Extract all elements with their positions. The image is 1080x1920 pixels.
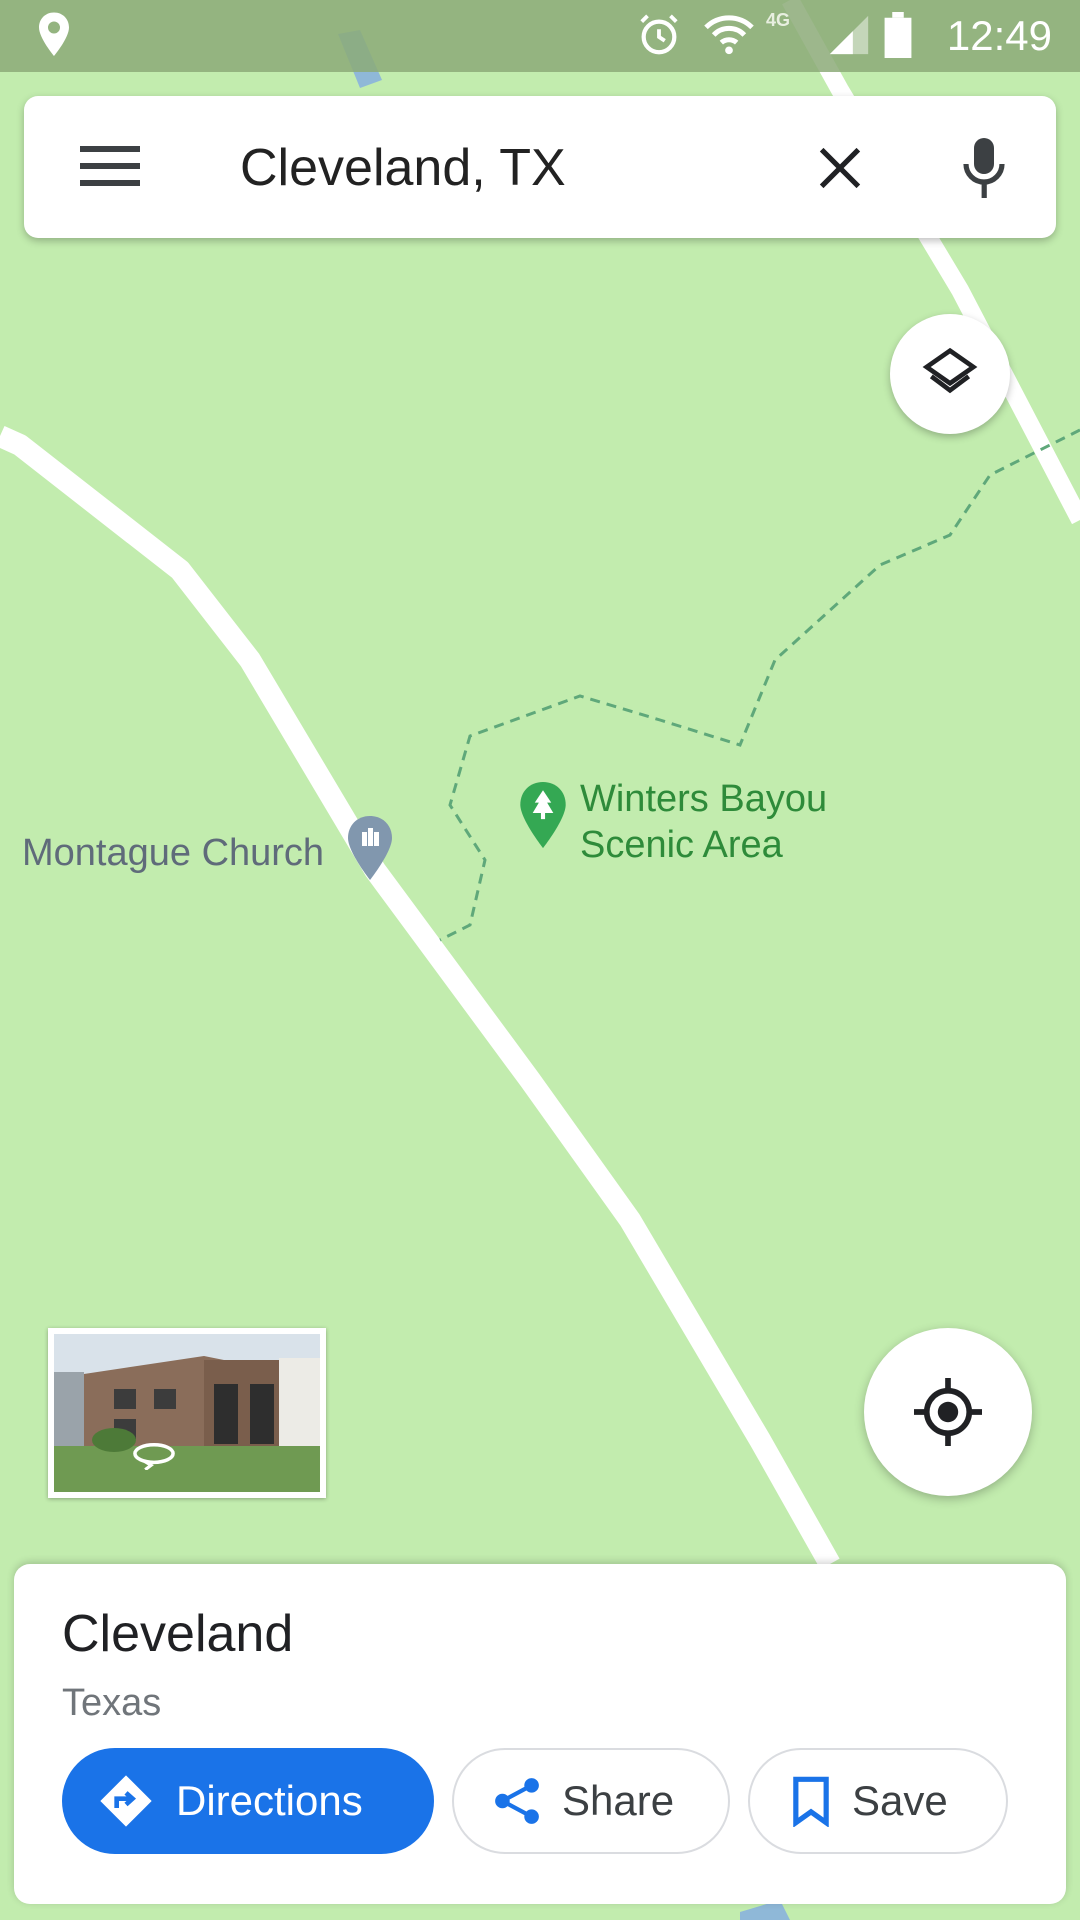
status-time: 12:49 <box>946 12 1052 59</box>
layers-button[interactable] <box>890 314 1010 434</box>
close-icon[interactable] <box>818 146 862 190</box>
my-location-icon <box>914 1378 982 1446</box>
park-marker-icon[interactable] <box>518 782 568 848</box>
church-marker-icon[interactable] <box>346 816 394 880</box>
search-input[interactable]: Cleveland, TX <box>240 138 566 198</box>
signal-icon <box>829 15 869 55</box>
park-label-line1: Winters Bayou <box>580 778 828 820</box>
location-pin-icon <box>39 12 69 56</box>
wifi-icon <box>704 15 754 55</box>
street-view-thumbnail[interactable] <box>48 1328 326 1498</box>
poi-label-church[interactable]: Montague Church <box>22 830 324 876</box>
layers-icon <box>922 347 978 394</box>
directions-button[interactable]: Directions <box>62 1748 434 1854</box>
battery-icon <box>884 12 912 58</box>
microphone-icon[interactable] <box>962 138 1006 198</box>
place-subtitle: Texas <box>62 1682 162 1724</box>
directions-icon <box>100 1775 152 1827</box>
search-bar[interactable]: Cleveland, TX <box>24 96 1056 238</box>
street-view-image <box>54 1334 320 1492</box>
park-label-line2: Scenic Area <box>580 824 783 866</box>
save-label: Save <box>852 1777 948 1824</box>
status-bar: 4G 12:49 <box>0 0 1080 72</box>
hamburger-menu-icon[interactable] <box>80 142 140 190</box>
share-label: Share <box>562 1777 675 1824</box>
share-button[interactable]: Share <box>452 1748 730 1854</box>
bookmark-icon <box>793 1776 829 1827</box>
alarm-icon <box>640 14 678 55</box>
directions-label: Directions <box>176 1777 363 1824</box>
4g-icon: 4G <box>766 10 791 30</box>
save-button[interactable]: Save <box>748 1748 1008 1854</box>
360-rotate-icon <box>133 1442 175 1470</box>
share-icon <box>495 1778 539 1824</box>
place-sheet[interactable]: Cleveland Texas Directions Share Save <box>14 1564 1066 1904</box>
park-label[interactable]: Winters Bayou Scenic Area <box>580 776 827 868</box>
place-title: Cleveland <box>62 1605 294 1663</box>
my-location-button[interactable] <box>864 1328 1032 1496</box>
